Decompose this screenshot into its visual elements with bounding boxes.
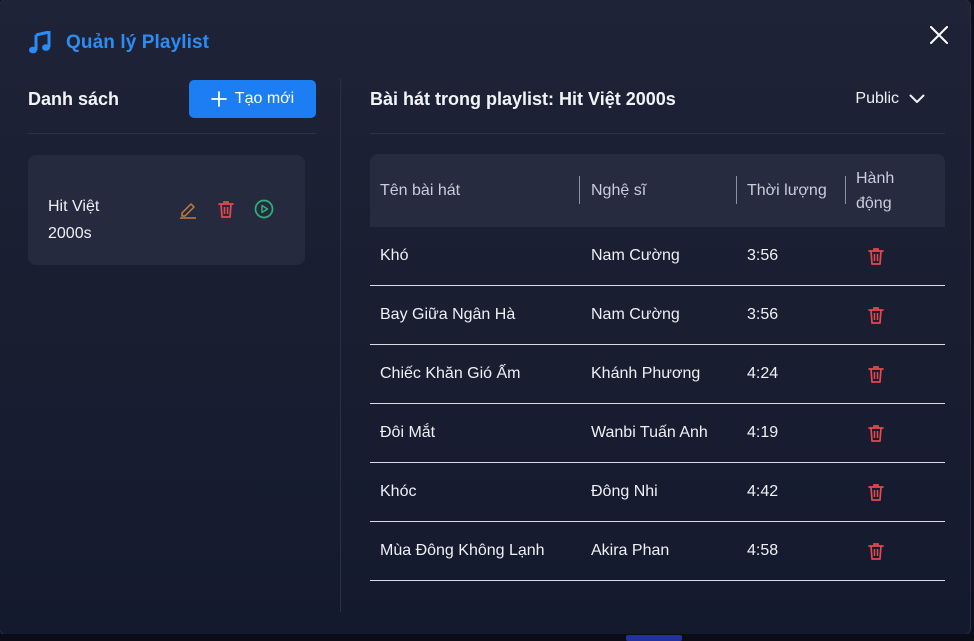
column-separator [579, 176, 580, 204]
list-title: Danh sách [28, 88, 120, 109]
table-row[interactable]: Đôi Mắt Wanbi Tuấn Anh 4:19 [370, 404, 945, 463]
chevron-down-icon [909, 94, 925, 103]
song-artist: Nam Cường [591, 247, 680, 264]
table-row[interactable]: Bay Giữa Ngân Hà Nam Cường 3:56 [370, 286, 945, 345]
songs-panel-title: Bài hát trong playlist: Hit Việt 2000s [370, 88, 676, 109]
modal-header: Quản lý Playlist [28, 28, 950, 58]
remove-song-delete-icon[interactable] [866, 305, 886, 325]
column-separator [736, 176, 737, 204]
edit-icon[interactable] [178, 199, 198, 219]
song-artist: Đông Nhi [591, 483, 658, 500]
column-header-actions: Hành động [856, 170, 895, 212]
divider [28, 133, 316, 134]
song-duration: 3:56 [747, 306, 779, 323]
remove-song-delete-icon[interactable] [866, 482, 886, 502]
song-title: Đôi Mắt [380, 424, 436, 441]
table-header: Tên bài hát Nghệ sĩ Thời lượng Hành động [370, 154, 945, 227]
song-artist: Wanbi Tuấn Anh [591, 424, 708, 441]
close-button[interactable] [928, 24, 950, 46]
song-artist: Khánh Phương [591, 365, 701, 382]
song-title: Bay Giữa Ngân Hà [380, 306, 516, 323]
column-separator [845, 176, 846, 204]
divider [370, 133, 945, 134]
column-header-duration[interactable]: Thời lượng [747, 182, 827, 200]
song-artist: Nam Cường [591, 306, 680, 323]
song-title: Chiếc Khăn Gió Ấm [380, 365, 521, 382]
song-duration: 4:19 [747, 424, 779, 441]
song-duration: 3:56 [747, 247, 779, 264]
table-row[interactable]: Khó Nam Cường 3:56 [370, 227, 945, 286]
table-row[interactable]: Mùa Đông Không Lạnh Akira Phan 4:58 [370, 522, 945, 581]
song-duration: 4:42 [747, 483, 779, 500]
song-duration: 4:24 [747, 365, 779, 382]
playlist-list-panel: Danh sách Tạo mới Hit Việt 2000s [28, 78, 316, 265]
table-row[interactable]: Chiếc Khăn Gió Ấm Khánh Phương 4:24 [370, 345, 945, 404]
delete-icon[interactable] [216, 199, 236, 219]
create-playlist-button[interactable]: Tạo mới [189, 80, 316, 118]
remove-song-delete-icon[interactable] [866, 423, 886, 443]
remove-song-delete-icon[interactable] [866, 246, 886, 266]
visibility-dropdown[interactable]: Public [855, 90, 925, 108]
table-row[interactable]: Khóc Đông Nhi 4:42 [370, 463, 945, 522]
song-duration: 4:58 [747, 542, 779, 559]
playlist-manager-modal: Quản lý Playlist Danh sách Tạo mới Hit V… [0, 0, 970, 634]
remove-song-delete-icon[interactable] [866, 541, 886, 561]
music-note-icon [28, 31, 52, 55]
remove-song-delete-icon[interactable] [866, 364, 886, 384]
playlist-name: Hit Việt 2000s [48, 198, 100, 242]
modal-title: Quản lý Playlist [66, 32, 210, 53]
song-artist: Akira Phan [591, 542, 670, 559]
song-title: Mùa Đông Không Lạnh [380, 542, 545, 559]
close-icon [930, 26, 948, 44]
panel-divider [340, 78, 341, 612]
playlist-songs-panel: Bài hát trong playlist: Hit Việt 2000s P… [370, 78, 945, 581]
song-title: Khó [380, 247, 409, 264]
taskbar-item [626, 635, 682, 641]
column-header-title[interactable]: Tên bài hát [380, 182, 460, 200]
song-title: Khóc [380, 483, 417, 500]
taskbar-strip [0, 634, 974, 641]
column-header-artist[interactable]: Nghệ sĩ [591, 182, 646, 200]
songs-table: Tên bài hát Nghệ sĩ Thời lượng Hành động… [370, 154, 945, 581]
visibility-value: Public [855, 90, 899, 107]
playlist-card[interactable]: Hit Việt 2000s [28, 155, 305, 265]
play-icon[interactable] [254, 199, 274, 219]
create-button-label: Tạo mới [234, 90, 295, 107]
plus-icon [210, 91, 227, 107]
